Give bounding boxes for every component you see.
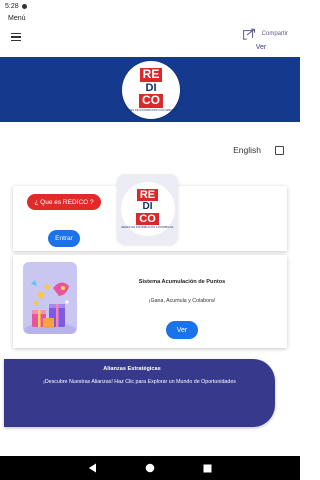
logo-tagline: REDES DE DISTRIBUCIÓN COLOMBIANA — [121, 226, 174, 230]
status-time: 5:28 — [5, 2, 19, 10]
recents-icon[interactable] — [203, 464, 212, 473]
points-title: Sistema Acumulación de Puntos — [138, 279, 226, 285]
notification-icon — [21, 3, 27, 9]
status-bar: 5:28 — [0, 0, 300, 12]
logo-text: CO — [139, 94, 163, 109]
alliances-title: Alianzas Estratégicas — [103, 366, 161, 372]
points-view-button[interactable]: Ver — [166, 321, 198, 339]
alliances-card: Alianzas Estratégicas ¡Descubre Nuestras… — [4, 359, 275, 427]
language-toggle[interactable]: English — [233, 145, 284, 155]
redico-logo: RE DI CO REDES DE DISTRIBUCIÓN COLOMBIAN… — [122, 61, 180, 119]
logo-tagline: REDES DE DISTRIBUCIÓN COLOMBIANA — [125, 109, 177, 113]
redico-logo: RE DI CO REDES DE DISTRIBUCIÓN COLOMBIAN… — [120, 182, 175, 236]
logo-card: RE DI CO REDES DE DISTRIBUCIÓN COLOMBIAN… — [117, 174, 178, 244]
back-icon[interactable] — [88, 463, 97, 473]
alliances-view-button[interactable]: Ver — [242, 38, 280, 57]
language-label: English — [233, 145, 261, 155]
alliances-subtitle: ¡Descubre Nuestras Alianzas! Haz Clic pa… — [43, 379, 236, 385]
logo-text: RE — [136, 188, 159, 202]
gift-illustration — [23, 262, 77, 334]
english-checkbox[interactable] — [275, 145, 284, 155]
logo-text: DI — [142, 201, 153, 213]
points-subtitle: ¡Gana, Acumula y Colabora! — [148, 298, 216, 304]
home-icon[interactable] — [145, 463, 155, 473]
logo-text: RE — [139, 67, 163, 82]
what-is-redico-button[interactable]: ¿ Que es REDICO ? — [27, 194, 101, 210]
enter-button[interactable]: Entrar — [48, 230, 80, 247]
logo-text: CO — [136, 212, 159, 226]
system-navigation-bar — [0, 456, 300, 480]
menu-label: Menú — [8, 15, 26, 22]
hamburger-menu-icon[interactable] — [11, 33, 21, 41]
share-label: Compartir — [261, 31, 288, 37]
